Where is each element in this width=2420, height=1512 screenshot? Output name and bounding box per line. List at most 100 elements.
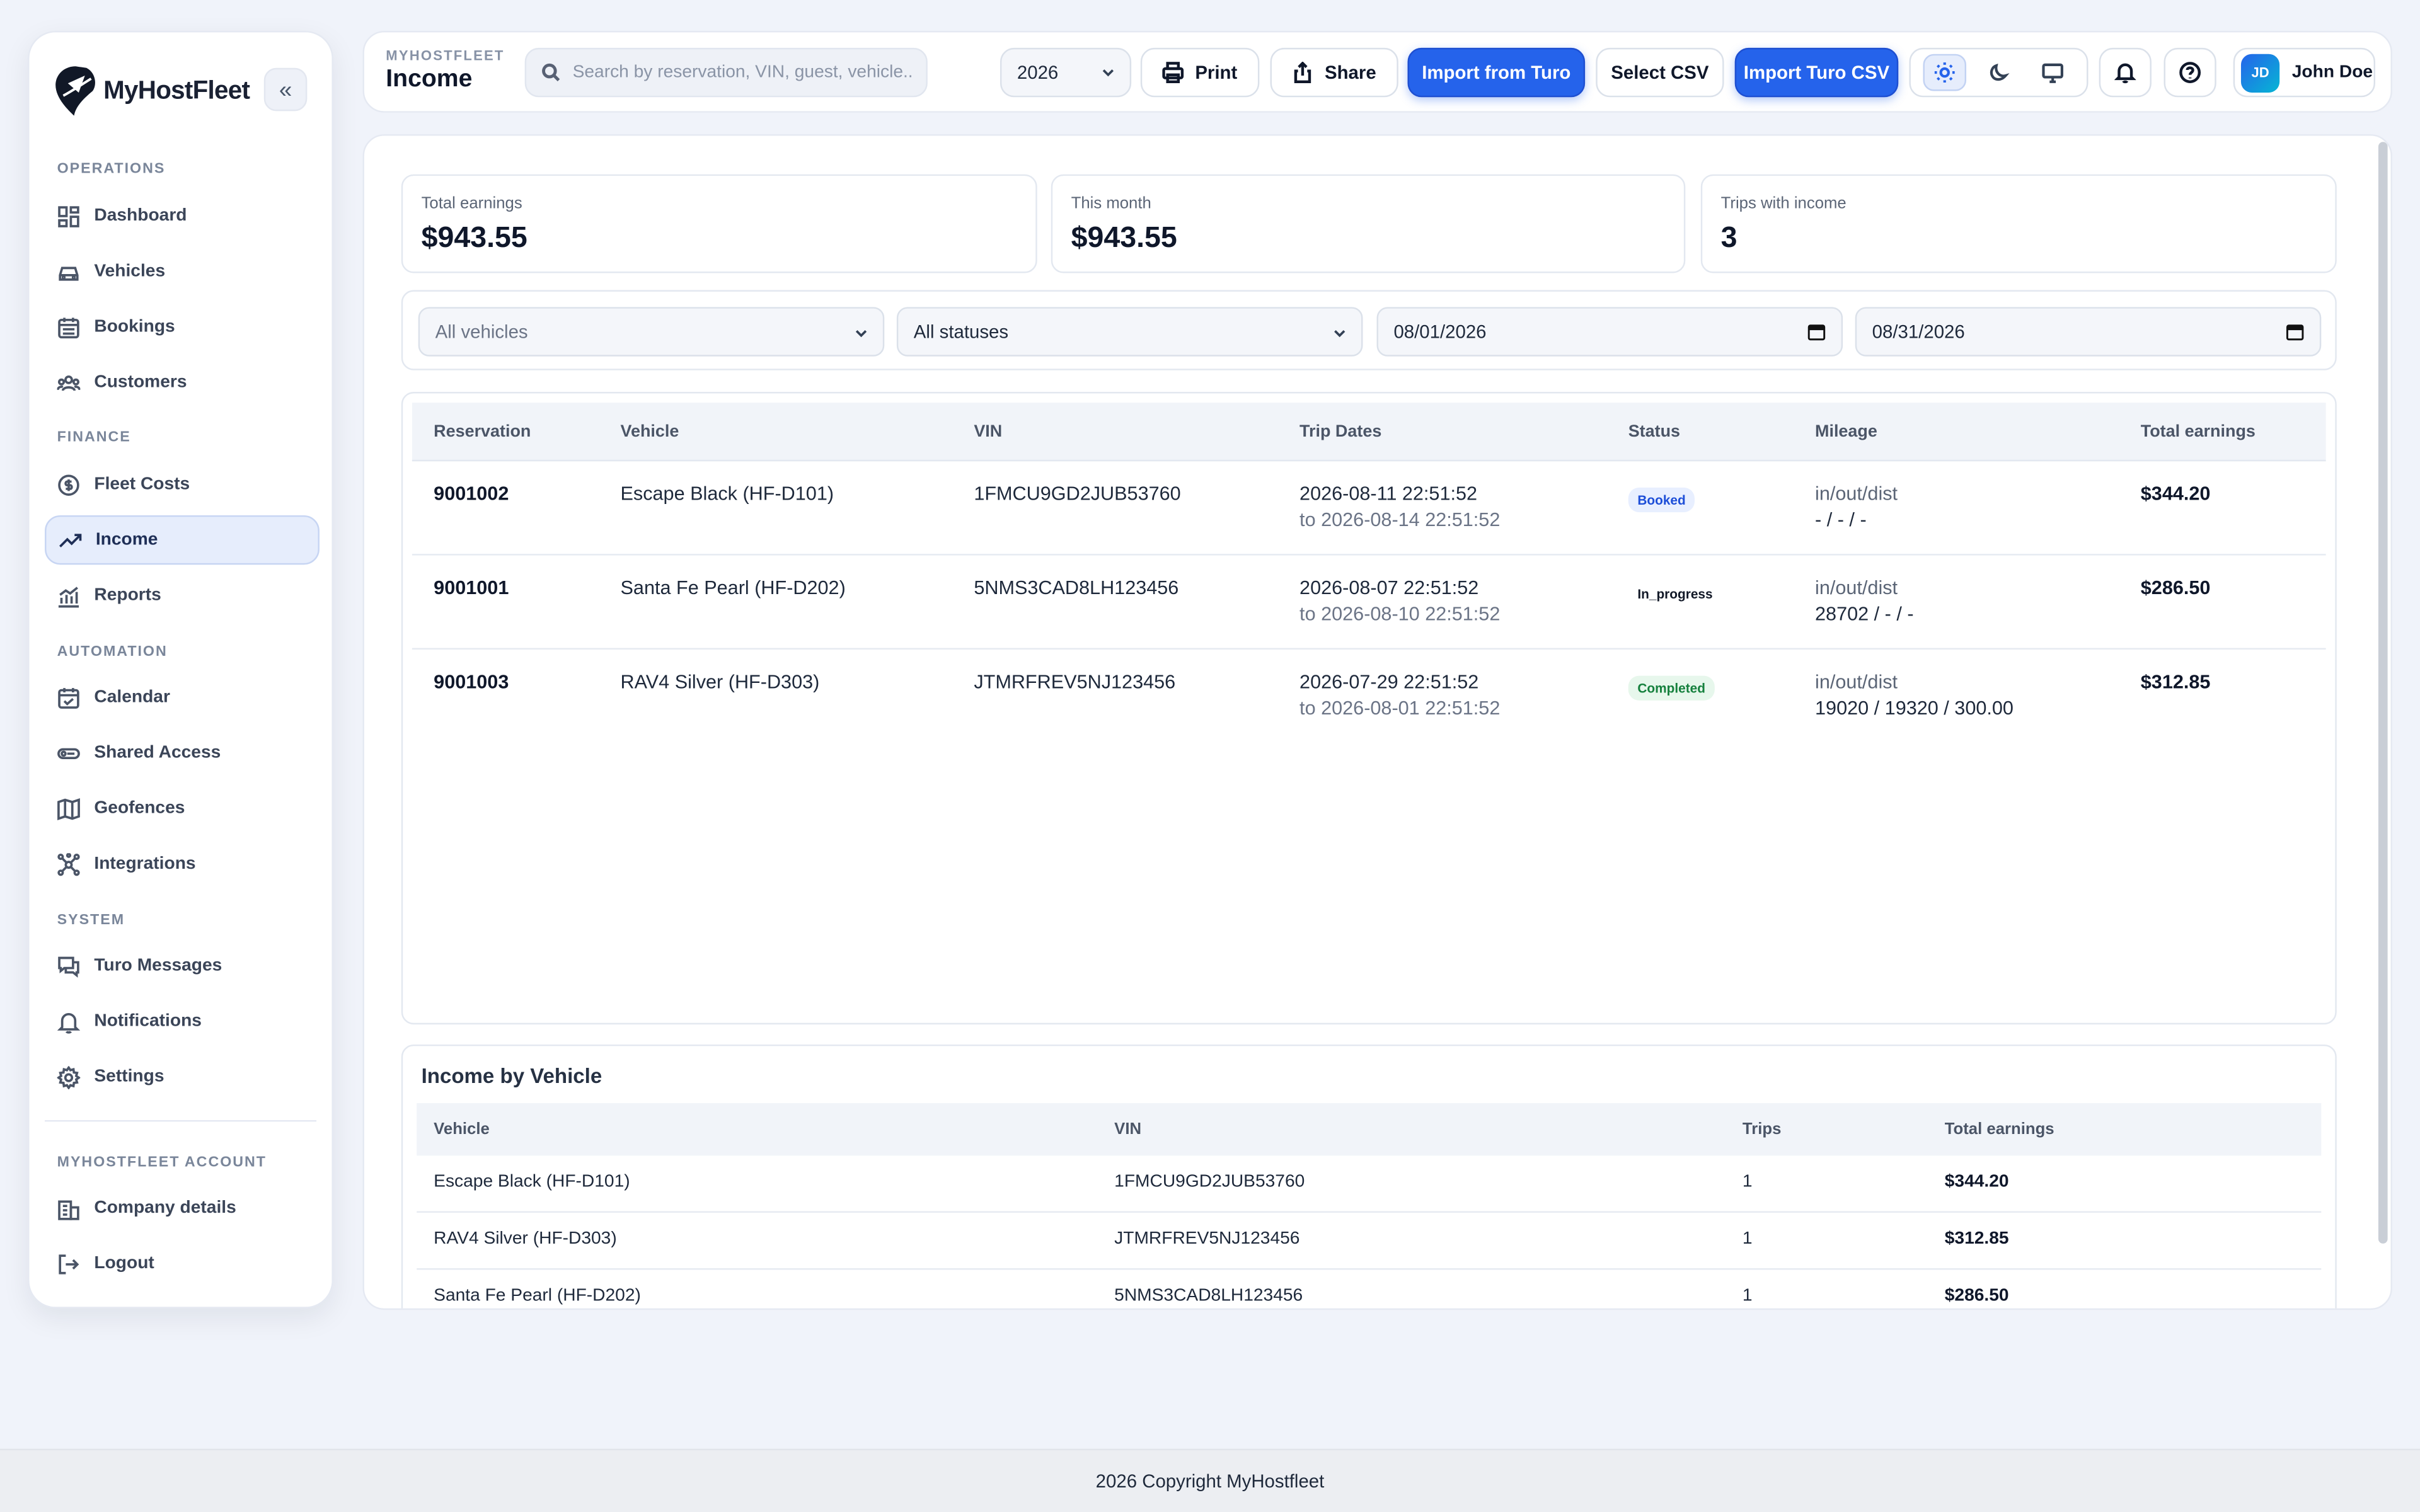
column-header[interactable]: Status bbox=[1628, 423, 1680, 441]
help-icon bbox=[2179, 62, 2201, 84]
sidebar-item-settings[interactable]: Settings bbox=[45, 1052, 320, 1101]
sidebar-item-geofences[interactable]: Geofences bbox=[45, 784, 320, 833]
sidebar-item-fleet-costs[interactable]: Fleet Costs bbox=[45, 460, 320, 509]
filter-bar: All vehicles All statuses 08/01/2026 08/… bbox=[401, 290, 2337, 370]
mileage-cell: in/out/dist - / - / - bbox=[1815, 483, 1898, 531]
search-input[interactable] bbox=[572, 63, 913, 82]
sidebar-item-income[interactable]: Income bbox=[45, 515, 320, 565]
section-label-account: MYHOSTFLEET ACCOUNT bbox=[57, 1154, 267, 1171]
dark-theme-button[interactable] bbox=[1977, 54, 2020, 91]
sidebar-item-label: Fleet Costs bbox=[94, 475, 190, 494]
share-icon bbox=[1294, 61, 1311, 84]
sidebar-item-turo-messages[interactable]: Turo Messages bbox=[45, 941, 320, 990]
sidebar-item-label: Geofences bbox=[94, 799, 185, 818]
calendar-icon[interactable] bbox=[1807, 323, 1826, 341]
print-label: Print bbox=[1195, 61, 1238, 84]
sidebar-item-label: Dashboard bbox=[94, 207, 187, 226]
dashboard-icon bbox=[58, 205, 79, 227]
reservation-cell: 9001001 bbox=[434, 576, 509, 599]
gear-icon bbox=[57, 1065, 81, 1089]
sidebar-item-label: Vehicles bbox=[94, 262, 166, 281]
stat-value: $943.55 bbox=[421, 222, 527, 255]
table-row[interactable]: 9001002 Escape Black (HF-D101) 1FMCU9GD2… bbox=[412, 461, 2326, 556]
status-badge: In_progress bbox=[1628, 581, 1722, 607]
brand-name: MyHostFleet bbox=[103, 76, 250, 105]
column-header[interactable]: VIN bbox=[974, 423, 1002, 441]
column-header[interactable]: Total earnings bbox=[2141, 423, 2256, 441]
trend-up-icon bbox=[59, 533, 82, 547]
sidebar-item-notifications[interactable]: Notifications bbox=[45, 997, 320, 1046]
table-row[interactable]: Santa Fe Pearl (HF-D202) 5NMS3CAD8LH1234… bbox=[417, 1270, 2321, 1309]
system-theme-button[interactable] bbox=[2032, 54, 2075, 91]
sidebar-item-company-details[interactable]: Company details bbox=[45, 1183, 320, 1232]
vin-cell: 1FMCU9GD2JUB53760 bbox=[1114, 1172, 1305, 1191]
section-label-automation: AUTOMATION bbox=[57, 643, 168, 661]
sidebar-item-label: Reports bbox=[94, 586, 161, 605]
key-icon bbox=[57, 747, 80, 759]
calendar-icon[interactable] bbox=[2286, 323, 2304, 341]
trip-end: to 2026-08-10 22:51:52 bbox=[1299, 603, 1501, 625]
sidebar-item-reports[interactable]: Reports bbox=[45, 571, 320, 620]
sidebar-item-calendar[interactable]: Calendar bbox=[45, 673, 320, 722]
share-button[interactable]: Share bbox=[1270, 47, 1398, 98]
sidebar-divider bbox=[45, 1120, 317, 1122]
sidebar-item-label: Customers bbox=[94, 373, 187, 392]
status-badge: Completed bbox=[1628, 675, 1715, 701]
vehicle-cell: Escape Black (HF-D101) bbox=[434, 1172, 630, 1191]
user-menu[interactable]: JD John Doe bbox=[2233, 47, 2376, 98]
light-theme-button[interactable] bbox=[1922, 54, 1966, 91]
import-turo-csv-button[interactable]: Import Turo CSV bbox=[1734, 47, 1899, 98]
vehicle-cell: RAV4 Silver (HF-D303) bbox=[434, 1229, 617, 1249]
date-to-input[interactable]: 08/31/2026 bbox=[1855, 307, 2322, 357]
sidebar-item-shared-access[interactable]: Shared Access bbox=[45, 728, 320, 777]
column-header[interactable]: Vehicle bbox=[620, 423, 679, 441]
sidebar-item-vehicles[interactable]: Vehicles bbox=[45, 247, 320, 296]
trips-cell: 1 bbox=[1742, 1229, 1753, 1249]
column-header[interactable]: Reservation bbox=[434, 423, 531, 441]
sidebar-item-logout[interactable]: Logout bbox=[45, 1239, 320, 1288]
date-from-input[interactable]: 08/01/2026 bbox=[1376, 307, 1843, 357]
column-header[interactable]: Trips bbox=[1743, 1120, 1781, 1138]
table-row[interactable]: RAV4 Silver (HF-D303) JTMRFREV5NJ123456 … bbox=[417, 1213, 2322, 1270]
mileage-label: in/out/dist bbox=[1815, 576, 1898, 599]
logout-icon bbox=[59, 1254, 79, 1274]
column-header[interactable]: Mileage bbox=[1815, 423, 1877, 441]
vehicle-cell: Santa Fe Pearl (HF-D202) bbox=[620, 576, 846, 599]
table-row[interactable]: 9001001 Santa Fe Pearl (HF-D202) 5NMS3CA… bbox=[412, 556, 2326, 650]
sidebar-item-customers[interactable]: Customers bbox=[45, 358, 320, 407]
help-button[interactable] bbox=[2164, 47, 2216, 98]
table-row[interactable]: 9001003 RAV4 Silver (HF-D303) JTMRFREV5N… bbox=[412, 650, 2326, 743]
import-from-turo-button[interactable]: Import from Turo bbox=[1407, 47, 1586, 98]
select-csv-button[interactable]: Select CSV bbox=[1596, 47, 1724, 98]
sidebar-item-label: Bookings bbox=[94, 318, 175, 336]
column-header[interactable]: Total earnings bbox=[1945, 1120, 2054, 1138]
sidebar-item-dashboard[interactable]: Dashboard bbox=[45, 192, 320, 241]
section-title: Income by Vehicle bbox=[421, 1064, 602, 1088]
network-icon bbox=[57, 852, 80, 876]
collapse-sidebar-button[interactable]: « bbox=[263, 67, 308, 112]
calendar-check-icon bbox=[58, 687, 79, 708]
print-button[interactable]: Print bbox=[1140, 47, 1260, 98]
vehicle-filter-select[interactable]: All vehicles bbox=[418, 307, 885, 357]
scrollbar[interactable] bbox=[2378, 142, 2388, 1244]
notifications-button[interactable] bbox=[2099, 47, 2152, 98]
year-select[interactable]: 2026 bbox=[1000, 47, 1132, 98]
vehicle-cell: Escape Black (HF-D101) bbox=[620, 483, 834, 505]
date-from-value: 08/01/2026 bbox=[1393, 321, 1487, 343]
trips-cell: 1 bbox=[1742, 1286, 1753, 1305]
column-header[interactable]: VIN bbox=[1114, 1120, 1141, 1138]
share-label: Share bbox=[1325, 61, 1376, 84]
trip-dates-cell: 2026-07-29 22:51:52 to 2026-08-01 22:51:… bbox=[1299, 671, 1500, 719]
column-header[interactable]: Vehicle bbox=[434, 1120, 490, 1138]
year-value: 2026 bbox=[1017, 61, 1059, 84]
table-row[interactable]: Escape Black (HF-D101) 1FMCU9GD2JUB53760… bbox=[417, 1155, 2322, 1213]
column-header[interactable]: Trip Dates bbox=[1299, 423, 1381, 441]
search-icon bbox=[542, 63, 560, 82]
sidebar-item-integrations[interactable]: Integrations bbox=[45, 839, 320, 888]
income-table: Reservation Vehicle VIN Trip Dates Statu… bbox=[401, 392, 2337, 1025]
stat-card-trips-with-income: Trips with income 3 bbox=[1700, 174, 2337, 273]
status-filter-select[interactable]: All statuses bbox=[896, 307, 1363, 357]
search-box[interactable] bbox=[524, 47, 928, 98]
brand-logo[interactable]: MyHostFleet « bbox=[54, 63, 308, 118]
sidebar-item-bookings[interactable]: Bookings bbox=[45, 302, 320, 352]
